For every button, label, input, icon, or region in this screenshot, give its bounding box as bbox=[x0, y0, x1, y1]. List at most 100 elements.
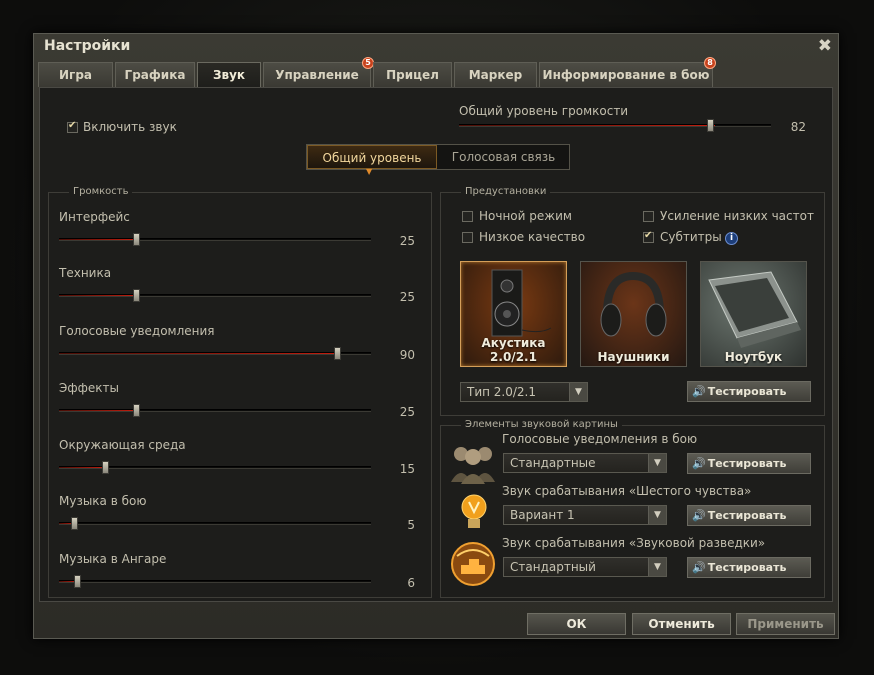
volume-ambient-value: 15 bbox=[399, 462, 415, 476]
tab-battle-info-badge: 8 bbox=[704, 57, 716, 69]
master-volume-fill bbox=[459, 125, 715, 126]
preset-card-headphones[interactable]: Наушники bbox=[580, 261, 687, 367]
volume-vehicle-value: 25 bbox=[399, 290, 415, 304]
volume-group: Громкость Интерфейс 25 Техника 25 Голосо… bbox=[48, 186, 432, 598]
tab-game[interactable]: Игра bbox=[38, 62, 113, 87]
sixth-sense-bulb-icon bbox=[461, 494, 487, 528]
volume-effects-slider[interactable] bbox=[59, 404, 371, 417]
speaker-test-icon: 🔊 bbox=[692, 509, 706, 522]
volume-hangar-music-slider[interactable] bbox=[59, 575, 371, 588]
speaker-test-icon: 🔊 bbox=[692, 385, 706, 398]
volume-ambient-handle[interactable] bbox=[102, 461, 109, 474]
sound-mode-switch: Общий уровень Голосовая связь bbox=[306, 144, 570, 170]
volume-vehicle-slider[interactable] bbox=[59, 289, 371, 302]
bass-boost-label: Усиление низких частот bbox=[660, 209, 814, 223]
sixth-sense-test-button[interactable]: 🔊 Тестировать bbox=[687, 505, 811, 526]
sixth-sense-label: Звук срабатывания «Шестого чувства» bbox=[502, 484, 752, 498]
tab-graphics[interactable]: Графика bbox=[115, 62, 195, 87]
cancel-button[interactable]: Отменить bbox=[632, 613, 731, 635]
master-volume-slider[interactable] bbox=[459, 119, 771, 132]
sixth-sense-value: Вариант 1 bbox=[510, 508, 575, 522]
volume-battle-music-slider[interactable] bbox=[59, 517, 371, 530]
volume-interface-value: 25 bbox=[399, 234, 415, 248]
sound-elements-group: Элементы звуковой картины Голосовые увед… bbox=[440, 419, 825, 598]
preset-card-laptop[interactable]: Ноутбук bbox=[700, 261, 807, 367]
preset-card-acoustics[interactable]: Акустика 2.0/2.1 bbox=[460, 261, 567, 367]
ok-button[interactable]: ОК bbox=[527, 613, 626, 635]
volume-vehicle-fill bbox=[59, 295, 137, 296]
volume-interface-handle[interactable] bbox=[133, 233, 140, 246]
master-volume-handle[interactable] bbox=[707, 119, 714, 132]
settings-window: Настройки ✖ Игра Графика Звук Управление… bbox=[33, 33, 839, 639]
voice-notifications-value: Стандартные bbox=[510, 456, 596, 470]
sound-recon-icon bbox=[451, 542, 495, 586]
presets-group: Предустановки Ночной режим Низкое качест… bbox=[440, 186, 825, 416]
voice-notifications-label: Голосовые уведомления в бою bbox=[502, 432, 698, 446]
tab-marker[interactable]: Маркер bbox=[454, 62, 537, 87]
enable-sound-label: Включить звук bbox=[83, 120, 177, 134]
volume-interface-slider[interactable] bbox=[59, 233, 371, 246]
volume-effects-fill bbox=[59, 410, 137, 411]
apply-button[interactable]: Применить bbox=[736, 613, 835, 635]
enable-sound-checkbox[interactable] bbox=[67, 120, 78, 133]
sixth-sense-dropdown[interactable]: Вариант 1 ▼ bbox=[503, 505, 667, 525]
speaker-test-icon: 🔊 bbox=[692, 561, 706, 574]
volume-vehicle-handle[interactable] bbox=[133, 289, 140, 302]
volume-voice-fill bbox=[59, 353, 340, 354]
chevron-down-icon: ▼ bbox=[648, 454, 666, 472]
low-quality-checkbox[interactable] bbox=[462, 232, 473, 243]
subtitles-label: Субтитры bbox=[660, 230, 722, 244]
bass-boost-checkbox[interactable] bbox=[643, 211, 654, 222]
sound-recon-test-button[interactable]: 🔊 Тестировать bbox=[687, 557, 811, 578]
low-quality-label: Низкое качество bbox=[479, 230, 586, 244]
tab-sound[interactable]: Звук bbox=[197, 62, 261, 87]
close-icon[interactable]: ✖ bbox=[818, 36, 832, 56]
tab-sight[interactable]: Прицел bbox=[373, 62, 452, 87]
chevron-down-icon: ▼ bbox=[569, 383, 587, 401]
preset-card-acoustics-label: Акустика 2.0/2.1 bbox=[481, 336, 546, 364]
volume-battle-music-handle[interactable] bbox=[71, 517, 78, 530]
info-icon[interactable]: i bbox=[725, 232, 738, 245]
volume-battle-music-value: 5 bbox=[407, 518, 415, 532]
volume-hangar-music-value: 6 bbox=[407, 576, 415, 590]
volume-vehicle-label: Техника bbox=[59, 266, 112, 280]
speaker-type-dropdown[interactable]: Тип 2.0/2.1 ▼ bbox=[460, 382, 588, 402]
segment-voice-chat[interactable]: Голосовая связь bbox=[438, 145, 569, 169]
volume-ambient-label: Окружающая среда bbox=[59, 438, 186, 452]
chevron-down-icon: ▼ bbox=[648, 506, 666, 524]
sound-elements-group-title: Элементы звуковой картины bbox=[461, 419, 622, 430]
sound-recon-label: Звук срабатывания «Звуковой разведки» bbox=[502, 536, 766, 550]
speaker-test-icon: 🔊 bbox=[692, 457, 706, 470]
volume-voice-handle[interactable] bbox=[334, 347, 341, 360]
master-volume-label: Общий уровень громкости bbox=[459, 104, 629, 118]
volume-interface-fill bbox=[59, 239, 137, 240]
preset-test-button[interactable]: 🔊 Тестировать bbox=[687, 381, 811, 402]
segment-general-level[interactable]: Общий уровень bbox=[307, 145, 437, 169]
sound-panel: Включить звук Общий уровень громкости 82… bbox=[39, 87, 833, 602]
crew-icon bbox=[451, 447, 495, 484]
volume-ambient-fill bbox=[59, 467, 106, 468]
volume-battle-music-label: Музыка в бою bbox=[59, 494, 147, 508]
subtitles-checkbox[interactable] bbox=[643, 230, 654, 243]
volume-effects-value: 25 bbox=[399, 405, 415, 419]
volume-group-title: Громкость bbox=[69, 186, 133, 197]
volume-voice-value: 90 bbox=[399, 348, 415, 362]
volume-ambient-slider[interactable] bbox=[59, 461, 371, 474]
night-mode-checkbox[interactable] bbox=[462, 211, 473, 222]
presets-group-title: Предустановки bbox=[461, 186, 551, 197]
speaker-type-value: Тип 2.0/2.1 bbox=[467, 385, 536, 399]
voice-notifications-dropdown[interactable]: Стандартные ▼ bbox=[503, 453, 667, 473]
voice-notifications-test-button[interactable]: 🔊 Тестировать bbox=[687, 453, 811, 474]
segment-indicator-icon: ▼ bbox=[366, 167, 373, 176]
volume-hangar-music-handle[interactable] bbox=[74, 575, 81, 588]
volume-interface-label: Интерфейс bbox=[59, 210, 130, 224]
night-mode-label: Ночной режим bbox=[479, 209, 572, 223]
sound-recon-value: Стандартный bbox=[510, 560, 596, 574]
volume-voice-label: Голосовые уведомления bbox=[59, 324, 215, 338]
preset-card-headphones-label: Наушники bbox=[597, 350, 670, 364]
tab-controls[interactable]: Управление bbox=[263, 62, 371, 87]
sound-recon-dropdown[interactable]: Стандартный ▼ bbox=[503, 557, 667, 577]
volume-voice-slider[interactable] bbox=[59, 347, 371, 360]
tab-battle-info[interactable]: Информирование в бою bbox=[539, 62, 713, 87]
volume-effects-handle[interactable] bbox=[133, 404, 140, 417]
